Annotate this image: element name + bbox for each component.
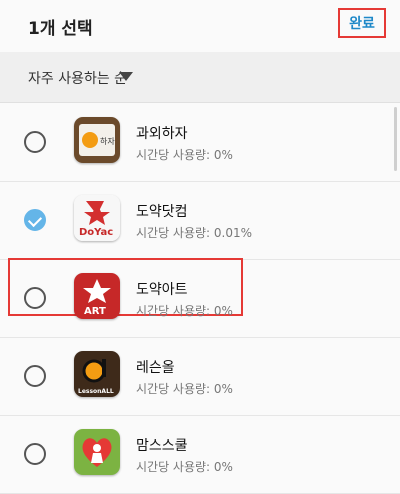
app-name: 도약아트 bbox=[136, 282, 188, 298]
app-usage: 시간당 사용량: 0% bbox=[136, 460, 233, 474]
app-name: 맘스스쿨 bbox=[136, 438, 188, 454]
tutor-icon-text: 하자 bbox=[100, 136, 115, 146]
doyac-icon-text: DoYac bbox=[79, 227, 113, 238]
moms-school-app-icon bbox=[74, 429, 120, 475]
done-button[interactable]: 완료 bbox=[338, 8, 386, 38]
sort-label: 자주 사용하는 순 bbox=[28, 71, 128, 87]
list-item[interactable]: DoYac 도약닷컴 시간당 사용량: 0.01% bbox=[0, 181, 400, 316]
lessonall-icon-text: LessonALL bbox=[78, 388, 114, 395]
scrollbar[interactable] bbox=[394, 107, 397, 171]
dropdown-arrow-icon bbox=[119, 72, 133, 81]
doyac-app-icon: DoYac bbox=[74, 195, 120, 241]
list-item[interactable]: LessonALL 레슨올 시간당 사용량: 0% bbox=[0, 337, 400, 416]
radio-button-checked[interactable] bbox=[24, 209, 46, 231]
app-name: 레슨올 bbox=[136, 360, 175, 376]
doyac-art-app-icon: ART bbox=[74, 273, 120, 319]
app-name: 과외하자 bbox=[136, 126, 188, 142]
top-bar: 1개 선택 완료 bbox=[0, 0, 400, 50]
radio-button[interactable] bbox=[24, 287, 46, 309]
app-name: 도약닷컴 bbox=[136, 204, 188, 220]
art-icon-text: ART bbox=[84, 306, 106, 317]
app-list[interactable]: 하자 과외하자 시간당 사용량: 0% DoYac 도약닷컴 시간당 사용량: … bbox=[0, 103, 400, 494]
app-usage: 시간당 사용량: 0.01% bbox=[136, 226, 253, 240]
list-item[interactable]: 맘스스쿨 시간당 사용량: 0% bbox=[0, 415, 400, 494]
app-usage: 시간당 사용량: 0% bbox=[136, 148, 233, 162]
app-usage: 시간당 사용량: 0% bbox=[136, 382, 233, 396]
list-item[interactable]: ART 도약아트 시간당 사용량: 0% bbox=[0, 259, 400, 338]
tutor-app-icon: 하자 bbox=[74, 117, 120, 163]
selection-count-title: 1개 선택 bbox=[28, 19, 93, 39]
app-usage: 시간당 사용량: 0% bbox=[136, 304, 233, 318]
lessonall-app-icon: LessonALL bbox=[74, 351, 120, 397]
sort-dropdown[interactable]: 자주 사용하는 순 bbox=[0, 52, 400, 103]
radio-button[interactable] bbox=[24, 443, 46, 465]
radio-button[interactable] bbox=[24, 365, 46, 387]
list-item[interactable]: 하자 과외하자 시간당 사용량: 0% bbox=[0, 103, 400, 182]
radio-button[interactable] bbox=[24, 131, 46, 153]
